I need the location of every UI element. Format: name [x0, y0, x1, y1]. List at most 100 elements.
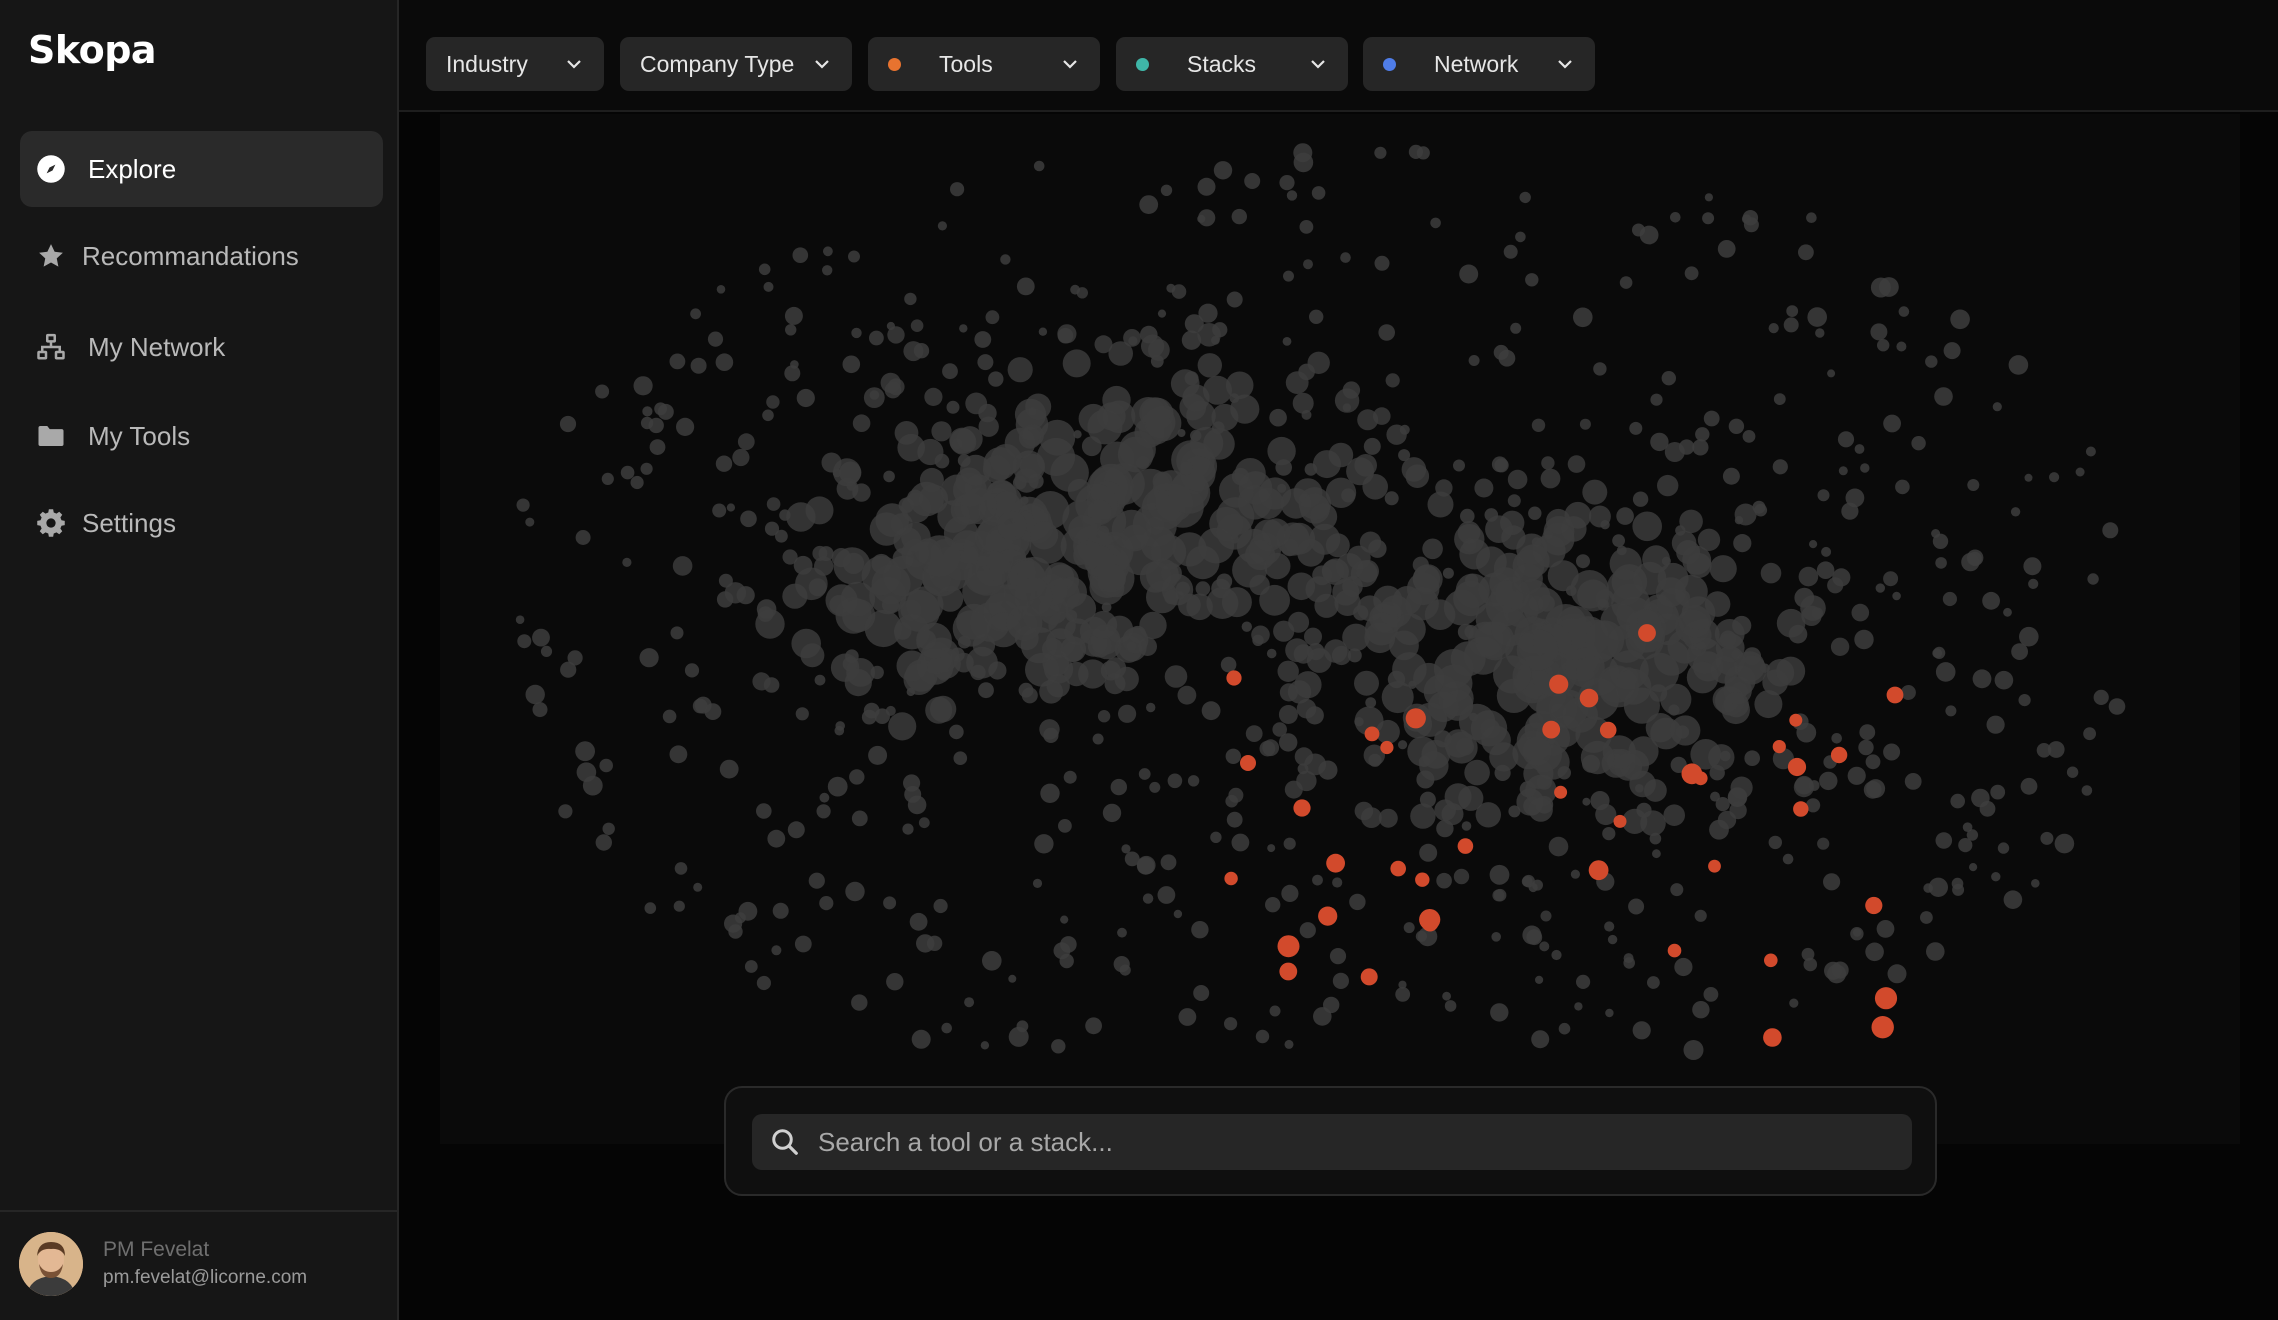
graph-node[interactable]	[1623, 957, 1635, 969]
graph-node[interactable]	[1870, 277, 1891, 298]
graph-node[interactable]	[1249, 574, 1270, 596]
graph-node[interactable]	[1863, 780, 1882, 799]
graph-node[interactable]	[1018, 426, 1042, 449]
graph-node[interactable]	[1386, 424, 1407, 445]
graph-node[interactable]	[1733, 534, 1752, 553]
graph-node[interactable]	[1203, 428, 1235, 460]
graph-node[interactable]	[1898, 306, 1910, 317]
graph-node[interactable]	[1060, 915, 1069, 924]
graph-node[interactable]	[1629, 421, 1643, 435]
graph-node[interactable]	[1925, 355, 1938, 368]
graph-node[interactable]	[819, 896, 834, 911]
highlighted-node[interactable]	[1638, 624, 1656, 642]
graph-node[interactable]	[1639, 225, 1659, 245]
highlighted-node[interactable]	[1874, 987, 1898, 1010]
graph-node[interactable]	[1062, 349, 1091, 378]
graph-node[interactable]	[575, 741, 595, 762]
graph-node[interactable]	[1085, 1017, 1102, 1035]
graph-node[interactable]	[2003, 890, 2023, 909]
graph-node[interactable]	[1361, 807, 1382, 828]
graph-node[interactable]	[1226, 291, 1243, 308]
graph-node[interactable]	[1468, 355, 1480, 366]
graph-node[interactable]	[1363, 437, 1381, 455]
graph-node[interactable]	[1178, 593, 1201, 617]
graph-node[interactable]	[1652, 849, 1661, 859]
graph-node[interactable]	[707, 331, 724, 347]
graph-node[interactable]	[1663, 804, 1685, 826]
graph-node[interactable]	[1374, 146, 1387, 159]
graph-node[interactable]	[1357, 409, 1379, 431]
graph-node[interactable]	[1934, 387, 1953, 406]
graph-node[interactable]	[1507, 469, 1528, 490]
graph-node[interactable]	[868, 745, 888, 765]
graph-node[interactable]	[1164, 665, 1188, 688]
graph-node[interactable]	[942, 363, 958, 380]
graph-node[interactable]	[1717, 240, 1736, 258]
graph-node[interactable]	[1157, 309, 1167, 318]
graph-node[interactable]	[1323, 996, 1340, 1014]
graph-node[interactable]	[715, 353, 734, 372]
graph-node[interactable]	[1329, 948, 1347, 965]
graph-node[interactable]	[2019, 626, 2039, 647]
graph-node[interactable]	[1783, 317, 1799, 333]
graph-node[interactable]	[1816, 561, 1835, 579]
graph-node[interactable]	[1503, 244, 1518, 259]
graph-node[interactable]	[684, 663, 700, 678]
graph-node[interactable]	[1000, 254, 1011, 265]
graph-node[interactable]	[1632, 511, 1662, 542]
graph-node[interactable]	[1097, 710, 1111, 723]
graph-node[interactable]	[816, 804, 831, 819]
graph-node[interactable]	[1403, 922, 1415, 934]
graph-node[interactable]	[1943, 342, 1961, 360]
graph-node[interactable]	[1650, 393, 1663, 406]
graph-node[interactable]	[1817, 837, 1830, 850]
graph-node[interactable]	[1967, 479, 1980, 491]
graph-node[interactable]	[1349, 893, 1366, 911]
graph-node[interactable]	[2075, 467, 2085, 477]
graph-node[interactable]	[885, 705, 896, 716]
graph-node[interactable]	[1570, 869, 1580, 879]
graph-node[interactable]	[1007, 560, 1047, 601]
highlighted-node[interactable]	[1457, 838, 1474, 854]
graph-node[interactable]	[1579, 418, 1591, 430]
graph-node[interactable]	[1875, 583, 1886, 593]
graph-node[interactable]	[1262, 518, 1291, 547]
graph-node[interactable]	[1160, 184, 1173, 196]
graph-node[interactable]	[1034, 834, 1054, 854]
graph-node[interactable]	[949, 427, 976, 454]
graph-node[interactable]	[1040, 783, 1060, 803]
graph-node[interactable]	[1670, 212, 1681, 223]
graph-node[interactable]	[1796, 722, 1817, 743]
graph-node[interactable]	[1039, 719, 1060, 740]
graph-node[interactable]	[1595, 803, 1617, 826]
graph-node[interactable]	[755, 609, 785, 639]
graph-node[interactable]	[823, 246, 833, 257]
graph-node[interactable]	[724, 582, 747, 604]
graph-node[interactable]	[1491, 456, 1508, 473]
graph-node[interactable]	[1197, 214, 1206, 223]
graph-node[interactable]	[2081, 785, 2093, 796]
graph-node[interactable]	[764, 521, 780, 536]
graph-node[interactable]	[861, 555, 901, 596]
graph-node[interactable]	[1197, 323, 1221, 347]
graph-node[interactable]	[1692, 439, 1709, 456]
graph-node[interactable]	[693, 882, 703, 892]
graph-node[interactable]	[1283, 270, 1294, 282]
graph-node[interactable]	[1146, 702, 1156, 713]
graph-node[interactable]	[575, 530, 591, 545]
highlighted-node[interactable]	[1415, 872, 1430, 887]
graph-node[interactable]	[1967, 551, 1982, 566]
graph-node[interactable]	[540, 645, 553, 658]
graph-node[interactable]	[1824, 961, 1843, 980]
graph-node[interactable]	[1945, 705, 1957, 717]
graph-node[interactable]	[1950, 309, 1970, 330]
graph-node[interactable]	[1167, 773, 1183, 789]
graph-node[interactable]	[1454, 524, 1485, 555]
graph-node[interactable]	[997, 511, 1027, 541]
graph-node[interactable]	[1068, 515, 1098, 545]
graph-node[interactable]	[1436, 872, 1452, 889]
highlighted-node[interactable]	[1613, 814, 1627, 828]
graph-node[interactable]	[1942, 591, 1957, 607]
graph-node[interactable]	[1145, 405, 1182, 442]
graph-node[interactable]	[1285, 638, 1309, 663]
